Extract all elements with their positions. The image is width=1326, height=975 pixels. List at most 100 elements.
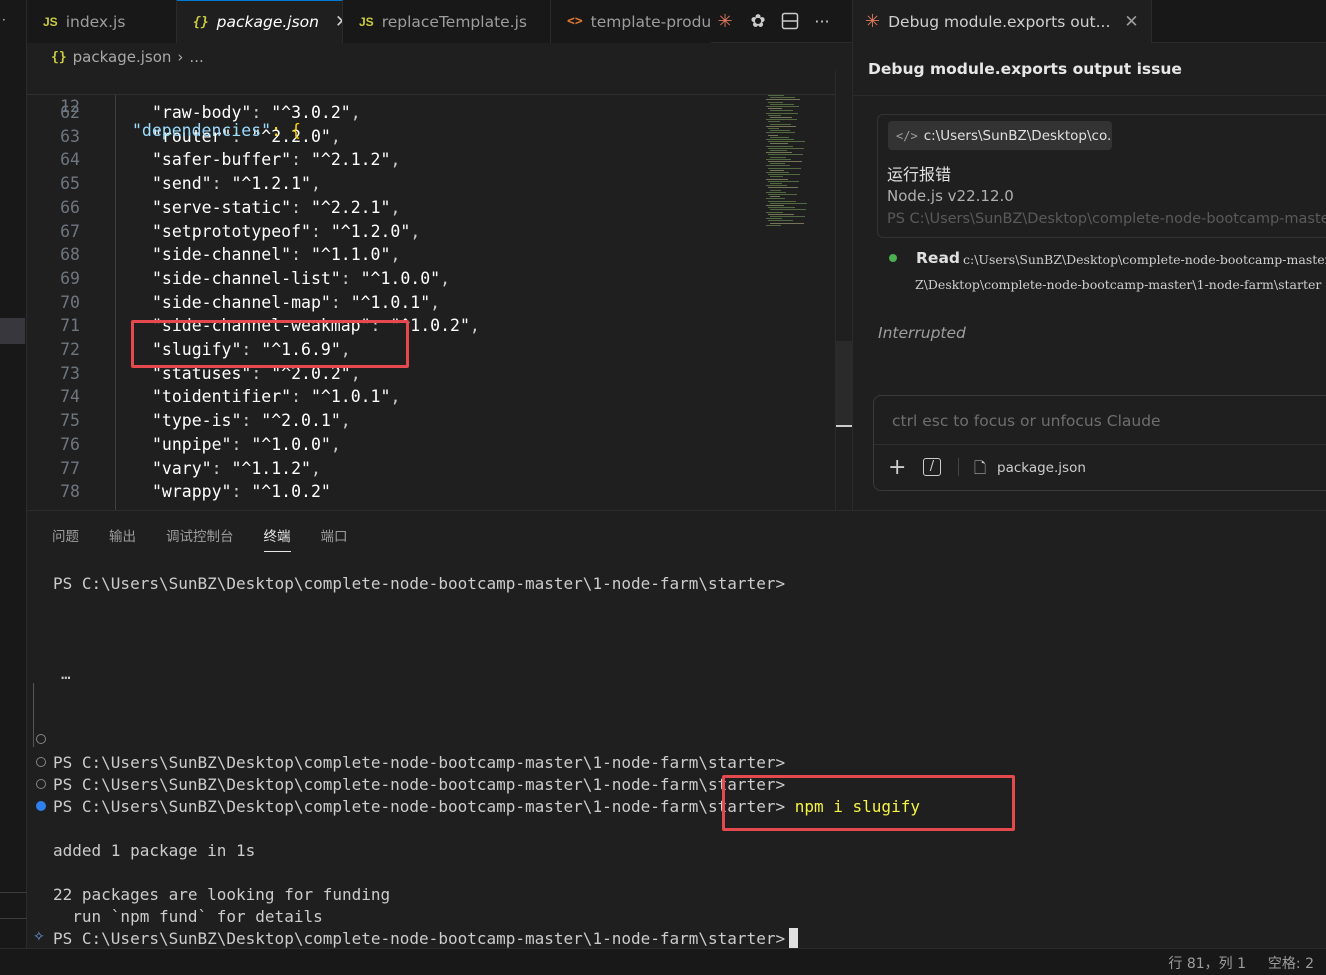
minimap-line [768,207,795,209]
activity-active-item[interactable] [0,318,25,344]
openai-icon[interactable]: ✿ [746,9,770,33]
line-number: 76 [60,434,80,454]
terminal-input-line[interactable]: PS C:\Users\SunBZ\Desktop\complete-node-… [53,928,799,950]
bottom-panel: 问题 输出 调试控制台 终端 端口 PS C:\Users\SunBZ\Desk… [27,510,1326,948]
close-icon[interactable]: ✕ [335,12,342,32]
minimap-line [770,110,793,112]
message-faded-text: PS C:\Users\SunBZ\Desktop\complete-node-… [887,211,1326,227]
file-context-chip[interactable]: </> c:\Users\SunBZ\Desktop\co... [888,121,1112,150]
terminal-prompt: PS C:\Users\SunBZ\Desktop\complete-node-… [53,797,786,816]
code-line[interactable]: 64 "safer-buffer": "^2.1.2", [27,148,835,172]
tab-ports[interactable]: 端口 [321,525,348,552]
code-text: "type-is": "^2.0.1", [152,409,351,433]
claude-spark-icon[interactable]: ✳ [713,9,737,33]
terminal-prompt: PS C:\Users\SunBZ\Desktop\complete-node-… [53,929,786,948]
minimap-line [768,174,800,176]
minimap-line [766,139,794,140]
tool-read-path: c:\Users\SunBZ\Desktop\complete-node-boo… [963,252,1326,267]
json-punct: : [340,268,361,288]
breadcrumb-rest[interactable]: ... [189,48,203,66]
code-line[interactable]: 77 "vary": "^1.1.2", [27,457,835,481]
code-text: "side-channel-map": "^1.0.1", [152,291,440,315]
tab-index-js[interactable]: JS index.js [27,0,177,43]
tab-replace-template-js[interactable]: JS replaceTemplate.js [343,0,551,43]
highlight-annotation-box [722,775,1015,831]
code-line[interactable]: 75 "type-is": "^2.0.1", [27,409,835,433]
composer-file-context[interactable]: package.json [997,460,1086,476]
json-punct: : [330,292,351,312]
code-line[interactable]: 74 "toidentifier": "^1.0.1", [27,385,835,409]
line-number: 78 [60,482,80,502]
json-punct: : [211,174,232,194]
editor-scrollbar[interactable] [835,71,852,510]
chat-composer[interactable]: ctrl esc to focus or unfocus Claude + / … [873,395,1326,491]
cursor-position[interactable]: 行 81，列 1 [1168,953,1246,973]
minimap-line [768,194,797,195]
more-icon[interactable]: ··· [810,9,834,33]
composer-placeholder[interactable]: ctrl esc to focus or unfocus Claude [892,412,1161,430]
add-icon[interactable]: + [888,455,906,480]
breadcrumb: {} package.json › ... [27,43,852,71]
tab-claude-session[interactable]: ✳ Debug module.exports out... ✕ [853,0,1152,43]
code-text: "toidentifier": "^1.0.1", [152,385,400,409]
json-value: "^1.1.0" [310,245,391,265]
code-text: "send": "^1.2.1", [152,172,321,196]
indentation-setting[interactable]: 空格: 2 [1268,953,1314,973]
minimap-line [766,172,789,173]
split-editor-icon[interactable] [778,9,802,33]
tab-problems[interactable]: 问题 [52,525,79,552]
command-decoration-icon[interactable] [36,779,46,789]
minimap-line [768,161,802,162]
code-line[interactable]: 68 "side-channel": "^1.1.0", [27,243,835,267]
json-punct: : [310,221,331,241]
json-value: "^2.1.2" [310,150,391,170]
line-number: 73 [60,363,80,383]
tab-output[interactable]: 输出 [109,525,136,552]
command-decoration-icon[interactable] [36,757,46,767]
code-line[interactable]: 76 "unpipe": "^1.0.0", [27,433,835,457]
breadcrumb-file[interactable]: package.json [73,48,172,66]
minimap-line [768,121,780,123]
code-editor[interactable]: 12 "dependencies": { 62 "raw-body": "^3.0… [27,71,835,510]
minimap-line [766,158,791,160]
code-icon: </> [896,128,918,143]
tab-debug-console[interactable]: 调试控制台 [166,525,234,552]
command-decoration-icon[interactable] [36,801,46,811]
close-icon[interactable]: ✕ [1124,12,1138,32]
sticky-scroll-line[interactable]: 12 "dependencies": { [27,71,835,140]
minimap-line [770,97,795,99]
minimap-line [770,209,806,211]
line-number: 69 [60,268,80,288]
json-punct: , [469,316,480,336]
code-line[interactable]: 65 "send": "^1.2.1", [27,172,835,196]
indent-guide [115,95,116,510]
minimap-line [766,165,790,167]
tab-terminal[interactable]: 终端 [263,525,291,552]
minimap-line [768,154,803,156]
code-line[interactable]: 67 "setprototypeof": "^1.2.0", [27,220,835,244]
tab-package-json[interactable]: {} package.json ✕ [177,0,343,43]
scrollbar-thumb[interactable] [836,341,852,427]
divider [853,95,1326,96]
code-line[interactable]: 69 "side-channel-list": "^1.0.0", [27,267,835,291]
activity-divider [0,918,27,919]
code-text: "dependencies": { [132,119,301,143]
code-line[interactable]: 78 "wrappy": "^1.0.2" [27,480,835,504]
minimap-line [766,224,781,226]
code-line[interactable]: 70 "side-channel-map": "^1.0.1", [27,291,835,315]
minimap-line [770,202,807,204]
json-punct: , [340,411,351,431]
minimap-line [770,117,792,118]
code-line[interactable]: 66 "serve-static": "^2.2.1", [27,196,835,220]
tool-read-path-continued: Z\Desktop\complete-node-bootcamp-master\… [915,277,1322,292]
minimap-line [766,132,795,134]
json-punct: , [390,150,401,170]
json-punct: : [211,458,232,478]
tab-template-product[interactable]: <> template-produ [551,0,711,43]
status-dot-icon [889,254,897,262]
minimap-line [768,128,779,129]
command-decoration-icon[interactable] [36,734,46,744]
minimap[interactable] [762,71,834,231]
slash-command-icon[interactable]: / [923,458,941,476]
minimap-line [770,156,786,158]
